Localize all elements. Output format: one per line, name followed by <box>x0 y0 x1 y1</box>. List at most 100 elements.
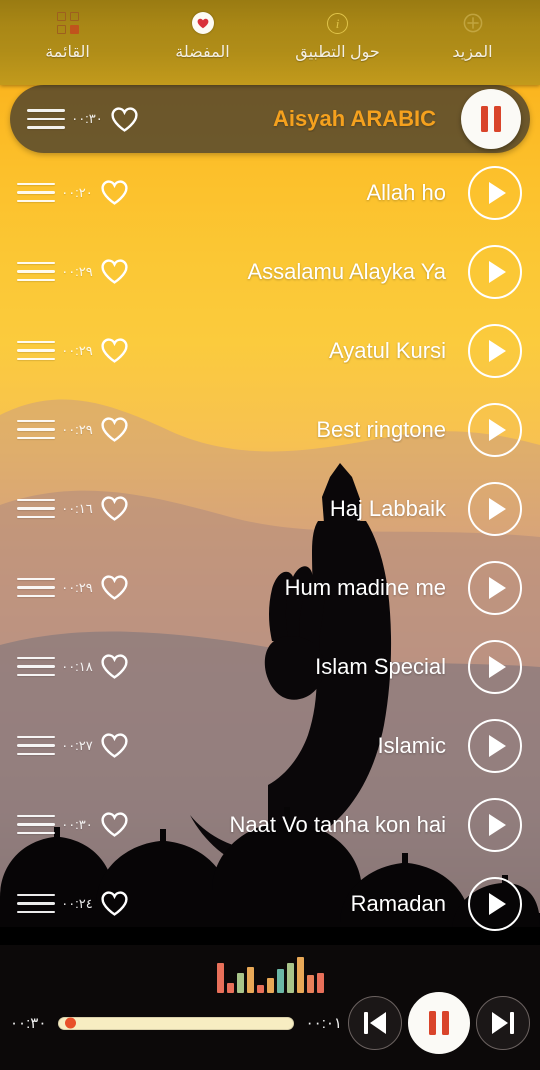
favorite-heart-icon[interactable] <box>97 259 131 284</box>
pause-icon <box>426 1011 452 1035</box>
play-icon <box>468 560 522 615</box>
tab-about[interactable]: i حول التطبيق <box>270 0 405 62</box>
equalizer-visualizer <box>0 951 540 993</box>
previous-track-button[interactable] <box>348 996 402 1050</box>
song-duration: ٠٠:٢٩ <box>61 421 93 437</box>
favorite-heart-icon[interactable] <box>97 733 131 758</box>
play-icon <box>468 876 522 931</box>
song-duration: ٠٠:٣٠ <box>71 111 103 126</box>
pause-icon <box>461 89 521 149</box>
play-icon <box>468 323 522 378</box>
equalizer-bar <box>286 963 294 993</box>
play-icon <box>468 718 522 773</box>
seek-knob[interactable] <box>65 1017 77 1029</box>
song-duration: ٠٠:٢٤ <box>61 895 93 911</box>
drag-handle-icon[interactable] <box>14 414 58 446</box>
row-play-button[interactable] <box>464 244 526 299</box>
song-row[interactable]: ٠٠:١٨ Islam Special <box>0 627 540 706</box>
song-title: Hum madine me <box>284 574 446 600</box>
drag-handle-icon[interactable] <box>14 651 58 683</box>
drag-handle-icon[interactable] <box>14 493 58 525</box>
drag-handle-icon[interactable] <box>14 572 58 604</box>
tab-more[interactable]: المزيد <box>405 0 540 62</box>
song-row[interactable]: ٠٠:١٦ Haj Labbaik <box>0 469 540 548</box>
song-title: Haj Labbaik <box>329 495 446 521</box>
row-play-button[interactable] <box>464 876 526 931</box>
song-title: Naat Vo tanha kon hai <box>229 811 447 837</box>
song-duration: ٠٠:٢٠ <box>61 184 93 200</box>
song-row[interactable]: ٠٠:٢٩ Assalamu Alayka Ya <box>0 232 540 311</box>
favorite-heart-icon[interactable] <box>97 654 131 679</box>
play-icon <box>468 481 522 536</box>
song-row[interactable]: ٠٠:٢٤ Ramadan <box>0 864 540 943</box>
previous-icon <box>364 1012 386 1034</box>
favorite-heart-icon[interactable] <box>97 575 131 600</box>
next-icon <box>492 1012 514 1034</box>
equalizer-bar <box>296 957 304 993</box>
song-list[interactable]: ٠٠:٣٠ Aisyah ARABIC ٠٠:٢٠ Allah ho ٠٠:٢٩ Assa… <box>0 85 540 945</box>
drag-handle-icon[interactable] <box>14 809 58 841</box>
song-title: Assalamu Alayka Ya <box>247 258 446 284</box>
row-play-button[interactable] <box>464 165 526 220</box>
row-pause-button[interactable] <box>458 89 524 149</box>
favorite-heart-icon[interactable] <box>97 496 131 521</box>
song-title: Best ringtone <box>316 416 446 442</box>
row-play-button[interactable] <box>464 560 526 615</box>
info-icon: i <box>327 9 348 37</box>
play-icon <box>468 639 522 694</box>
play-pause-button[interactable] <box>408 992 470 1054</box>
current-time-label: ٠٠:٠١ <box>305 1015 342 1032</box>
row-play-button[interactable] <box>464 402 526 457</box>
row-play-button[interactable] <box>464 323 526 378</box>
song-row[interactable]: ٠٠:٢٩ Hum madine me <box>0 548 540 627</box>
song-duration: ٠٠:٣٠ <box>61 816 93 832</box>
song-duration: ٠٠:٢٩ <box>61 263 93 279</box>
favorite-heart-icon[interactable] <box>97 417 131 442</box>
row-play-button[interactable] <box>464 481 526 536</box>
song-title: Aisyah ARABIC <box>273 106 436 131</box>
favorite-heart-icon[interactable] <box>97 812 131 837</box>
tab-about-label: حول التطبيق <box>295 44 380 61</box>
drag-handle-icon[interactable] <box>14 730 58 762</box>
song-row[interactable]: ٠٠:٣٠ Naat Vo tanha kon hai <box>0 785 540 864</box>
tab-more-label: المزيد <box>452 44 493 61</box>
song-duration: ٠٠:١٦ <box>61 500 93 516</box>
song-title: Ayatul Kursi <box>329 337 446 363</box>
song-duration: ٠٠:٢٧ <box>61 737 93 753</box>
tab-menu-label: القائمة <box>45 44 90 61</box>
drag-handle-icon[interactable] <box>24 103 68 135</box>
favorite-heart-icon[interactable] <box>97 891 131 916</box>
favorite-heart-icon[interactable] <box>107 106 141 132</box>
drag-handle-icon[interactable] <box>14 256 58 288</box>
grid-icon <box>56 9 79 37</box>
tab-favorites[interactable]: المفضلة <box>135 0 270 62</box>
row-play-button[interactable] <box>464 718 526 773</box>
row-play-button[interactable] <box>464 797 526 852</box>
music-player-screen: القائمة المفضلة i حول التطبيق المزيد ٠٠:… <box>0 0 540 1070</box>
more-circle-plus-icon <box>462 9 484 37</box>
favorite-heart-icon[interactable] <box>97 338 131 363</box>
song-title: Islamic <box>377 732 446 758</box>
song-duration: ٠٠:١٨ <box>61 658 93 674</box>
row-play-button[interactable] <box>464 639 526 694</box>
play-icon <box>468 165 522 220</box>
drag-handle-icon[interactable] <box>14 177 58 209</box>
favorite-heart-icon[interactable] <box>97 180 131 205</box>
player-bar: ٠٠:٣٠ ٠٠:٠١ <box>0 945 540 1070</box>
next-track-button[interactable] <box>476 996 530 1050</box>
seek-slider[interactable] <box>58 1016 294 1030</box>
song-duration: ٠٠:٢٩ <box>61 579 93 595</box>
song-row[interactable]: ٠٠:٢٠ Allah ho <box>0 153 540 232</box>
play-icon <box>468 244 522 299</box>
song-title: Islam Special <box>315 653 446 679</box>
drag-handle-icon[interactable] <box>14 888 58 920</box>
equalizer-bar <box>216 963 224 993</box>
song-row[interactable]: ٠٠:٢٧ Islamic <box>0 706 540 785</box>
song-row[interactable]: ٠٠:٣٠ Aisyah ARABIC <box>10 85 530 153</box>
song-row[interactable]: ٠٠:٢٩ Best ringtone <box>0 390 540 469</box>
play-icon <box>468 402 522 457</box>
drag-handle-icon[interactable] <box>14 335 58 367</box>
song-title: Ramadan <box>350 890 446 916</box>
song-row[interactable]: ٠٠:٢٩ Ayatul Kursi <box>0 311 540 390</box>
tab-menu[interactable]: القائمة <box>0 0 135 62</box>
